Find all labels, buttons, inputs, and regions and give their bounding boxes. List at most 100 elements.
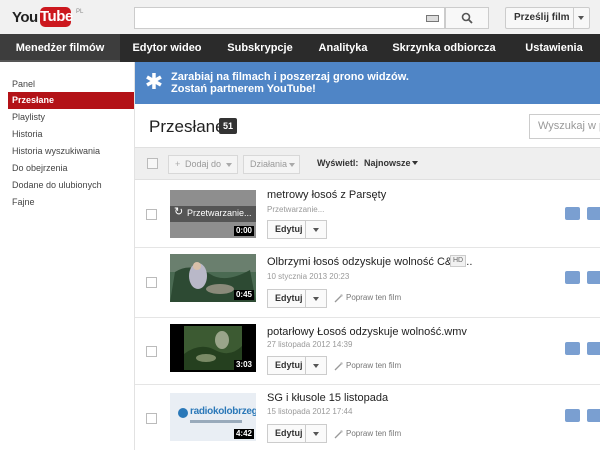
sidebar-item-label: Do obejrzenia — [12, 163, 68, 173]
sidebar-item-playlists[interactable]: Playlisty — [8, 109, 135, 126]
logo-tube-text: Tube — [40, 7, 73, 27]
chevron-down-icon[interactable] — [313, 364, 319, 368]
edit-label: Edytuj — [275, 360, 303, 370]
video-checkbox[interactable] — [146, 277, 157, 288]
video-title[interactable]: potarłowy Łosoś odzyskuje wolność.wmv — [267, 326, 467, 338]
tab-inbox[interactable]: Skrzynka odbiorcza — [380, 34, 508, 62]
edit-button[interactable]: Edytuj — [267, 289, 327, 308]
sidebar-item-search-history[interactable]: Historia wyszukiwania — [8, 143, 135, 160]
video-row: 0:45 Olbrzymi łosoś odzyskuje wolność C&… — [135, 248, 600, 318]
edit-label: Edytuj — [275, 224, 303, 234]
search-button[interactable] — [445, 7, 489, 29]
sidebar: Panel Przesłane Playlisty Historia Histo… — [0, 62, 135, 450]
sidebar-item-history[interactable]: Historia — [8, 126, 135, 143]
tab-label: Menedżer filmów — [15, 42, 105, 54]
video-date: 15 listopada 2012 17:44 — [267, 407, 353, 416]
download-icon[interactable] — [565, 342, 580, 355]
edit-button[interactable]: Edytuj — [267, 220, 327, 239]
upload-button[interactable]: Prześlij film — [505, 7, 590, 29]
download-icon[interactable] — [565, 271, 580, 284]
download-icon[interactable] — [565, 409, 580, 422]
edit-divider — [305, 221, 306, 238]
tab-settings[interactable]: Ustawienia — [508, 34, 600, 62]
edit-label: Edytuj — [275, 428, 303, 438]
partner-promo-banner[interactable]: ✱ Zarabiaj na filmach i poszerzaj grono … — [135, 62, 600, 104]
edit-label: Edytuj — [275, 293, 303, 303]
bulk-toolbar: + Dodaj do Działania Wyświetl: Najnowsze — [135, 147, 600, 180]
edit-divider — [305, 357, 306, 374]
processing-icon: ↻ — [174, 206, 184, 218]
improve-video-label: Popraw ten film — [346, 429, 402, 438]
check-icon[interactable] — [587, 207, 600, 220]
video-thumbnail[interactable]: 3:03 — [170, 324, 256, 372]
actions-label: Działania — [250, 159, 288, 169]
chevron-down-icon[interactable] — [412, 161, 418, 165]
add-to-button[interactable]: + Dodaj do — [168, 155, 238, 174]
search-input[interactable] — [134, 7, 445, 29]
youtube-logo[interactable]: You Tube PL — [12, 5, 83, 30]
download-icon[interactable] — [565, 207, 580, 220]
chevron-down-icon[interactable] — [313, 228, 319, 232]
tab-video-editor[interactable]: Edytor wideo — [120, 34, 214, 62]
logo-country-code: PL — [76, 9, 84, 15]
sidebar-item-panel[interactable]: Panel — [8, 76, 135, 93]
video-title[interactable]: Olbrzymi łosoś odzyskuje wolność C&R ... — [267, 256, 472, 268]
tab-analytics[interactable]: Analityka — [306, 34, 380, 62]
thumbnail-caption-bar — [190, 420, 242, 423]
video-date: 27 listopada 2012 14:39 — [267, 340, 353, 349]
edit-divider — [305, 290, 306, 307]
chevron-down-icon[interactable] — [578, 16, 584, 20]
processing-label: Przetwarzanie... — [187, 208, 252, 218]
keyboard-icon[interactable] — [426, 15, 439, 22]
upload-label: Prześlij film — [514, 12, 570, 23]
sidebar-item-watch-later[interactable]: Do obejrzenia — [8, 160, 135, 177]
video-date: 10 stycznia 2013 20:23 — [267, 272, 350, 281]
actions-button[interactable]: Działania — [243, 155, 300, 174]
video-checkbox[interactable] — [146, 209, 157, 220]
tab-label: Ustawienia — [525, 42, 583, 54]
logo-you-text: You — [12, 9, 38, 26]
video-checkbox[interactable] — [146, 346, 157, 357]
video-row: radiokolobrzeg 4:42 SG i kłusole 15 list… — [135, 385, 600, 450]
video-duration: 3:03 — [233, 360, 254, 370]
check-icon[interactable] — [587, 342, 600, 355]
sort-select[interactable]: Najnowsze — [364, 158, 411, 168]
wand-icon — [334, 294, 343, 303]
sidebar-item-favorites[interactable]: Dodane do ulubionych — [8, 177, 135, 194]
sidebar-item-label: Historia — [12, 129, 43, 139]
wand-icon — [334, 430, 343, 439]
chevron-down-icon[interactable] — [313, 432, 319, 436]
improve-video-label: Popraw ten film — [346, 361, 402, 370]
uploads-search-input[interactable]: Wyszukaj w prz — [529, 114, 600, 139]
video-thumbnail[interactable]: ↻ Przetwarzanie... 0:00 — [170, 190, 256, 238]
uploads-search-placeholder: Wyszukaj w prz — [538, 120, 600, 132]
edit-button[interactable]: Edytuj — [267, 424, 327, 443]
view-label: Wyświetl: — [317, 158, 359, 168]
video-duration: 4:42 — [233, 429, 254, 439]
check-icon[interactable] — [587, 271, 600, 284]
select-all-checkbox[interactable] — [147, 158, 158, 169]
sidebar-item-label: Panel — [12, 79, 36, 89]
video-thumbnail[interactable]: radiokolobrzeg 4:42 — [170, 393, 256, 441]
video-date: Przetwarzanie... — [267, 205, 325, 214]
video-thumbnail[interactable]: 0:45 — [170, 254, 256, 302]
promo-line-2: Zostań partnerem YouTube! — [171, 83, 316, 95]
video-duration: 0:00 — [233, 226, 254, 236]
check-icon[interactable] — [587, 409, 600, 422]
sidebar-item-uploads[interactable]: Przesłane — [8, 92, 134, 109]
edit-button[interactable]: Edytuj — [267, 356, 327, 375]
sidebar-item-likes[interactable]: Fajne — [8, 194, 135, 211]
video-checkbox[interactable] — [146, 413, 157, 424]
thumbnail-text: radiokolobrzeg — [190, 406, 256, 417]
tab-label: Edytor wideo — [132, 42, 202, 54]
wand-icon — [334, 362, 343, 371]
tab-label: Skrzynka odbiorcza — [392, 42, 496, 54]
video-title[interactable]: metrowy łosoś z Parsęty — [267, 189, 386, 201]
tab-video-manager[interactable]: Menedżer filmów — [0, 34, 120, 62]
star-icon: ✱ — [144, 69, 164, 94]
video-title[interactable]: SG i kłusole 15 listopada — [267, 392, 388, 404]
tab-subscriptions[interactable]: Subskrypcje — [214, 34, 306, 62]
video-count-badge: 51 — [219, 118, 237, 134]
sidebar-item-label: Fajne — [12, 197, 35, 207]
chevron-down-icon[interactable] — [313, 297, 319, 301]
